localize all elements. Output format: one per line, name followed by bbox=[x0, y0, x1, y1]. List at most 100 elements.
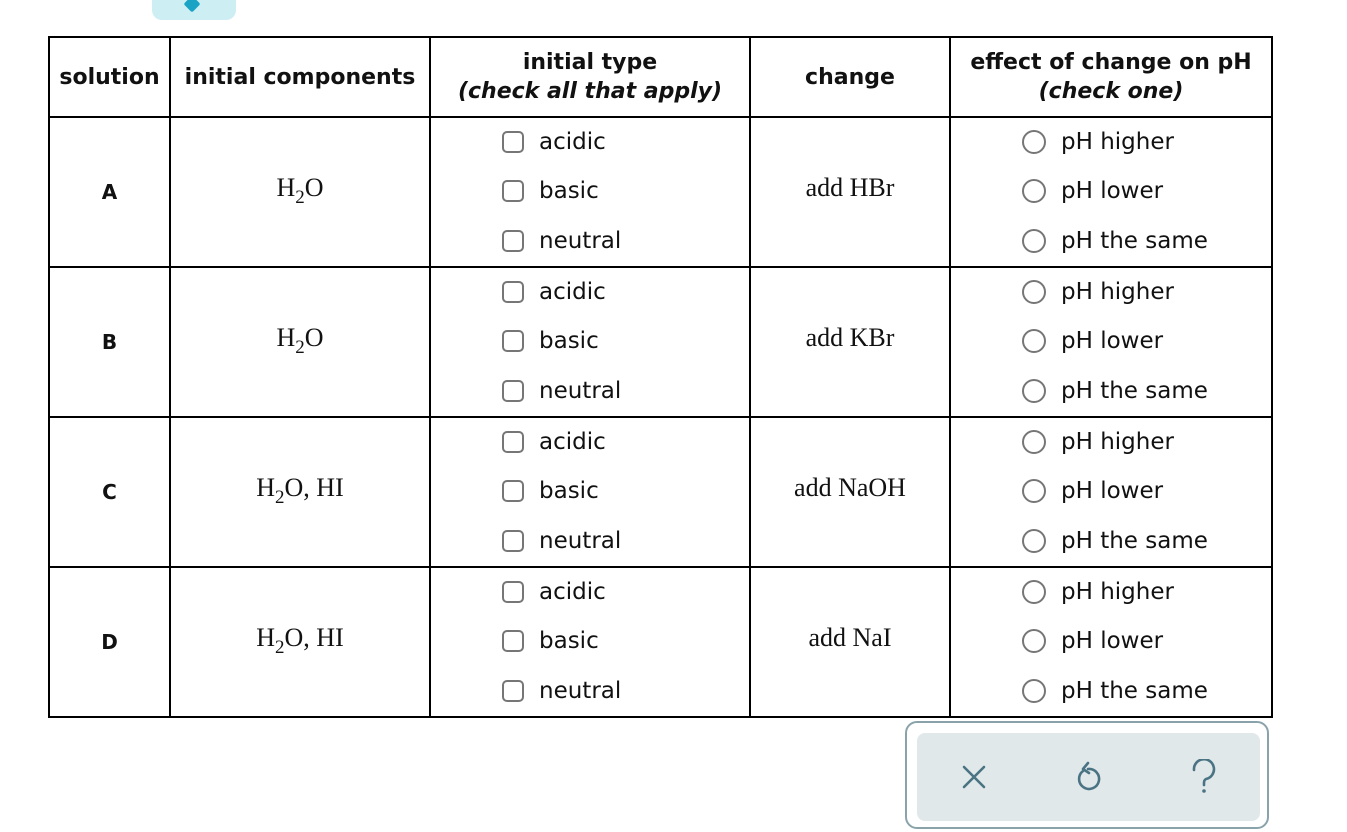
type-option-label: acidic bbox=[539, 429, 606, 455]
radio-button[interactable] bbox=[1022, 479, 1046, 503]
type-option-neutral[interactable]: neutral bbox=[502, 666, 621, 716]
type-option-acidic[interactable]: acidic bbox=[502, 568, 606, 616]
help-button[interactable] bbox=[1182, 755, 1226, 799]
radio-button[interactable] bbox=[1022, 130, 1046, 154]
effect-option-label: pH lower bbox=[1061, 478, 1164, 504]
effect-option-label: pH higher bbox=[1061, 129, 1174, 155]
components-formula: H2O bbox=[276, 173, 324, 208]
components-formula: H2O bbox=[276, 323, 324, 358]
solution-label: D bbox=[101, 630, 118, 654]
checkbox[interactable] bbox=[502, 230, 524, 252]
effect-option-ph-higher[interactable]: pH higher bbox=[1022, 418, 1174, 466]
solution-label: C bbox=[102, 480, 117, 504]
effect-option-label: pH lower bbox=[1061, 178, 1164, 204]
type-option-neutral[interactable]: neutral bbox=[502, 516, 621, 566]
type-option-label: neutral bbox=[539, 378, 622, 404]
checkbox[interactable] bbox=[502, 581, 524, 603]
header-initial-components: initial components bbox=[169, 36, 431, 118]
radio-button[interactable] bbox=[1022, 430, 1046, 454]
collapse-tab[interactable] bbox=[152, 0, 236, 20]
initial-type-checkboxes: acidic basic neutral bbox=[431, 418, 749, 566]
checkbox[interactable] bbox=[502, 480, 524, 502]
effect-option-ph-lower[interactable]: pH lower bbox=[1022, 466, 1163, 516]
type-option-neutral[interactable]: neutral bbox=[502, 216, 621, 266]
type-option-acidic[interactable]: acidic bbox=[502, 418, 606, 466]
type-option-neutral[interactable]: neutral bbox=[502, 366, 621, 416]
radio-button[interactable] bbox=[1022, 179, 1046, 203]
type-option-label: neutral bbox=[539, 678, 622, 704]
undo-button[interactable] bbox=[1067, 755, 1111, 799]
effect-option-ph-the-same[interactable]: pH the same bbox=[1022, 666, 1208, 716]
undo-icon bbox=[1077, 761, 1101, 791]
change-cell: add HBr bbox=[749, 116, 951, 268]
type-option-label: neutral bbox=[539, 228, 622, 254]
type-option-basic[interactable]: basic bbox=[502, 616, 599, 666]
initial-type-cell: acidic basic neutral bbox=[429, 416, 751, 568]
radio-button[interactable] bbox=[1022, 379, 1046, 403]
effect-option-label: pH the same bbox=[1061, 528, 1208, 554]
radio-button[interactable] bbox=[1022, 229, 1046, 253]
checkbox[interactable] bbox=[502, 281, 524, 303]
components-cell: H2O bbox=[169, 266, 431, 418]
answer-toolbar bbox=[905, 721, 1269, 829]
effect-option-ph-higher[interactable]: pH higher bbox=[1022, 268, 1174, 316]
components-formula: H2O, HI bbox=[256, 623, 344, 658]
solution-label: B bbox=[101, 330, 118, 354]
checkbox[interactable] bbox=[502, 180, 524, 202]
effect-option-label: pH higher bbox=[1061, 279, 1174, 305]
type-option-basic[interactable]: basic bbox=[502, 466, 599, 516]
checkbox[interactable] bbox=[502, 330, 524, 352]
header-row: solution initial components initial type… bbox=[48, 36, 1273, 118]
type-option-label: basic bbox=[539, 178, 599, 204]
radio-button[interactable] bbox=[1022, 280, 1046, 304]
radio-button[interactable] bbox=[1022, 679, 1046, 703]
effect-option-label: pH higher bbox=[1061, 429, 1174, 455]
checkbox[interactable] bbox=[502, 380, 524, 402]
radio-button[interactable] bbox=[1022, 329, 1046, 353]
effect-option-ph-higher[interactable]: pH higher bbox=[1022, 568, 1174, 616]
type-option-label: acidic bbox=[539, 279, 606, 305]
effect-option-ph-the-same[interactable]: pH the same bbox=[1022, 516, 1208, 566]
solution-cell: B bbox=[48, 266, 171, 418]
effect-radio-group: pH higher pH lower pH the same bbox=[951, 568, 1271, 716]
initial-type-checkboxes: acidic basic neutral bbox=[431, 118, 749, 266]
radio-button[interactable] bbox=[1022, 529, 1046, 553]
components-formula: H2O, HI bbox=[256, 473, 344, 508]
type-option-acidic[interactable]: acidic bbox=[502, 268, 606, 316]
checkbox[interactable] bbox=[502, 131, 524, 153]
clear-button[interactable] bbox=[952, 755, 996, 799]
effect-option-ph-lower[interactable]: pH lower bbox=[1022, 616, 1163, 666]
type-option-basic[interactable]: basic bbox=[502, 316, 599, 366]
effect-option-ph-the-same[interactable]: pH the same bbox=[1022, 216, 1208, 266]
checkbox[interactable] bbox=[502, 431, 524, 453]
effect-option-ph-the-same[interactable]: pH the same bbox=[1022, 366, 1208, 416]
effect-radio-group: pH higher pH lower pH the same bbox=[951, 118, 1271, 266]
checkbox[interactable] bbox=[502, 630, 524, 652]
effect-option-label: pH the same bbox=[1061, 678, 1208, 704]
effect-option-label: pH higher bbox=[1061, 579, 1174, 605]
help-icon bbox=[1192, 759, 1216, 793]
solution-cell: D bbox=[48, 566, 171, 718]
change-text: add KBr bbox=[805, 323, 895, 352]
effect-option-ph-lower[interactable]: pH lower bbox=[1022, 166, 1163, 216]
checkbox[interactable] bbox=[502, 530, 524, 552]
effect-option-ph-lower[interactable]: pH lower bbox=[1022, 316, 1163, 366]
type-option-acidic[interactable]: acidic bbox=[502, 118, 606, 166]
initial-type-cell: acidic basic neutral bbox=[429, 266, 751, 418]
table-row: C H2O, HI acidic basic neutral add NaOH bbox=[48, 416, 1273, 568]
components-cell: H2O bbox=[169, 116, 431, 268]
type-option-basic[interactable]: basic bbox=[502, 166, 599, 216]
checkbox[interactable] bbox=[502, 680, 524, 702]
solution-cell: C bbox=[48, 416, 171, 568]
change-text: add NaOH bbox=[794, 473, 906, 502]
change-text: add NaI bbox=[808, 623, 892, 652]
initial-type-checkboxes: acidic basic neutral bbox=[431, 268, 749, 416]
radio-button[interactable] bbox=[1022, 580, 1046, 604]
header-effect-subtitle: (check one) bbox=[1038, 79, 1184, 104]
header-change: change bbox=[749, 36, 951, 118]
effect-option-ph-higher[interactable]: pH higher bbox=[1022, 118, 1174, 166]
effect-option-label: pH the same bbox=[1061, 378, 1208, 404]
header-effect-title: effect of change on pH bbox=[970, 50, 1252, 75]
chevron-down-icon bbox=[183, 0, 201, 13]
radio-button[interactable] bbox=[1022, 629, 1046, 653]
